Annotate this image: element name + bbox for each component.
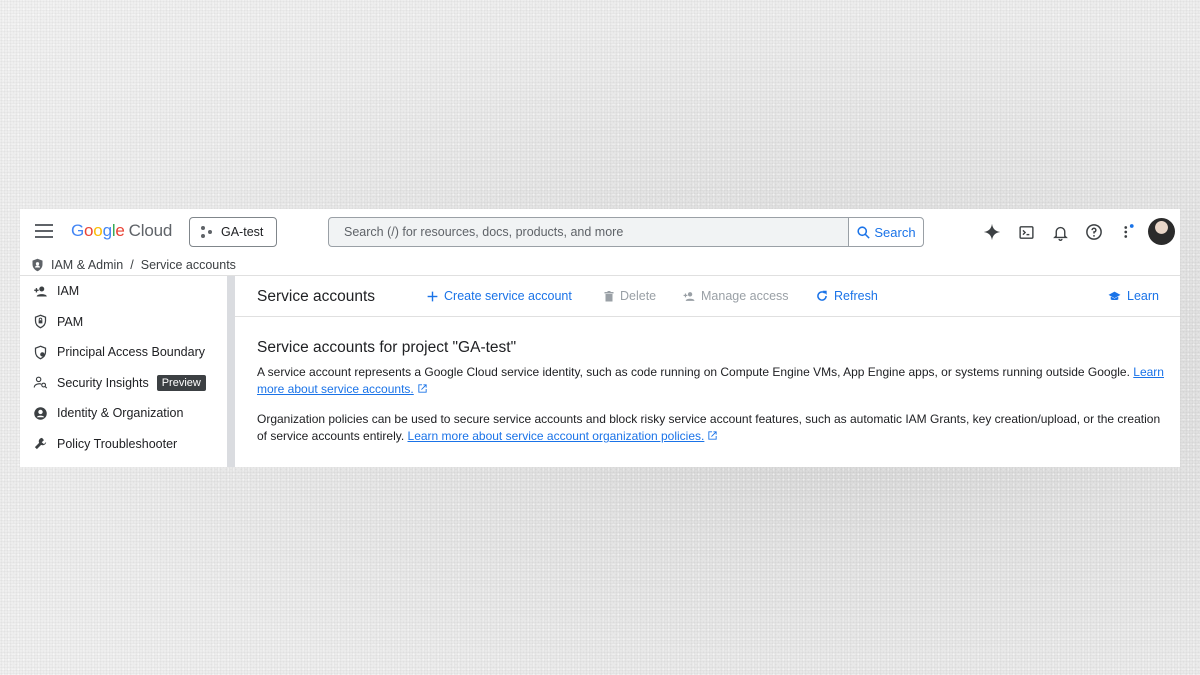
refresh-button[interactable]: Refresh — [815, 289, 878, 303]
search-button[interactable]: Search — [848, 218, 923, 246]
wrench-icon — [32, 436, 48, 452]
logo-letter: o — [84, 221, 94, 240]
refresh-icon — [817, 290, 827, 301]
service-account-description: A service account represents a Google Cl… — [257, 364, 1167, 398]
top-bar: Google Cloud GA-test Search — [20, 209, 1180, 255]
sidebar: IAM PAM Principal Access Boundary Securi… — [20, 276, 227, 467]
sidebar-item-label: Principal Access Boundary — [57, 345, 205, 360]
org-policies-description: Organization policies can be used to sec… — [257, 411, 1167, 445]
description-text: A service account represents a Google Cl… — [257, 365, 1134, 379]
boundary-icon — [32, 344, 48, 360]
sidebar-item-security-insights[interactable]: Security Insights Preview — [20, 368, 227, 399]
gemini-icon[interactable] — [981, 221, 1003, 243]
breadcrumb-section[interactable]: IAM & Admin — [51, 258, 123, 272]
google-cloud-logo[interactable]: Google Cloud — [71, 221, 172, 241]
shield-icon — [32, 258, 43, 272]
search-button-label: Search — [874, 224, 916, 240]
console-window: Google Cloud GA-test Search (/) for reso… — [20, 209, 1180, 467]
page-title: Service accounts — [257, 288, 376, 305]
sidebar-item-pam[interactable]: PAM — [20, 307, 227, 338]
preview-badge: Preview — [156, 374, 206, 391]
add-icon — [427, 291, 438, 301]
breadcrumb: IAM & Admin / Service accounts — [30, 255, 236, 275]
project-icon — [201, 226, 213, 238]
project-name: GA-test — [221, 225, 264, 239]
manage-access-button[interactable]: Manage access — [682, 289, 789, 303]
breadcrumb-page: Service accounts — [140, 258, 236, 272]
cloud-shell-icon[interactable] — [1015, 221, 1037, 243]
main-menu-button[interactable] — [35, 224, 53, 238]
main-content: Service accounts Create service account … — [235, 276, 1180, 467]
account-circle-icon — [32, 405, 48, 421]
sidebar-item-policy-troubleshooter[interactable]: Policy Troubleshooter — [20, 429, 227, 460]
sidebar-item-principal-access-boundary[interactable]: Principal Access Boundary — [20, 337, 227, 368]
notifications-icon[interactable] — [1049, 221, 1071, 243]
content-body: Service accounts for project "GA-test" A… — [257, 339, 1167, 458]
sidebar-item-label: Policy Troubleshooter — [57, 436, 178, 451]
sidebar-item-identity-organization[interactable]: Identity & Organization — [20, 398, 227, 429]
learn-more-org-policies-link[interactable]: Learn more about service account organiz… — [408, 429, 705, 443]
person-search-icon — [32, 375, 48, 391]
search-bar: Search — [328, 217, 924, 247]
sidebar-scrollbar[interactable] — [227, 276, 235, 467]
logo-letter: G — [71, 221, 85, 240]
external-link-icon — [708, 431, 717, 440]
learn-button[interactable]: Learn — [1107, 289, 1159, 303]
refresh-label: Refresh — [834, 289, 878, 303]
sidebar-item-iam[interactable]: IAM — [20, 276, 227, 307]
logo-letter: o — [93, 221, 103, 240]
trash-icon — [604, 290, 614, 301]
delete-label: Delete — [620, 289, 657, 303]
create-label: Create service account — [444, 289, 572, 303]
delete-button[interactable]: Delete — [603, 289, 656, 303]
project-picker[interactable]: GA-test — [189, 217, 277, 247]
sidebar-item-label: PAM — [57, 314, 84, 329]
person-add-icon — [32, 283, 48, 299]
search-input[interactable] — [329, 218, 848, 246]
create-service-account-button[interactable]: Create service account — [426, 289, 572, 303]
logo-letter: g — [102, 221, 112, 240]
avatar[interactable] — [1148, 218, 1175, 245]
external-link-icon — [418, 384, 427, 393]
search-icon — [857, 225, 871, 239]
help-icon[interactable] — [1083, 221, 1105, 243]
content-heading: Service accounts for project "GA-test" — [257, 339, 517, 356]
more-vert-icon[interactable] — [1117, 221, 1139, 243]
logo-letter: e — [115, 221, 125, 240]
sidebar-item-label: Security Insights — [57, 375, 149, 390]
manage-label: Manage access — [701, 289, 789, 303]
link-text: Learn more about service account organiz… — [407, 429, 705, 443]
action-bar: Service accounts Create service account … — [235, 276, 1180, 317]
learn-label: Learn — [1127, 289, 1159, 303]
school-icon — [1108, 291, 1121, 300]
sidebar-item-label: Identity & Organization — [57, 406, 184, 421]
breadcrumb-separator: / — [130, 258, 134, 272]
sidebar-item-label: IAM — [57, 284, 80, 299]
shield-lock-icon — [32, 314, 48, 330]
person-add-icon — [683, 291, 695, 301]
logo-cloud-text: Cloud — [128, 221, 173, 240]
